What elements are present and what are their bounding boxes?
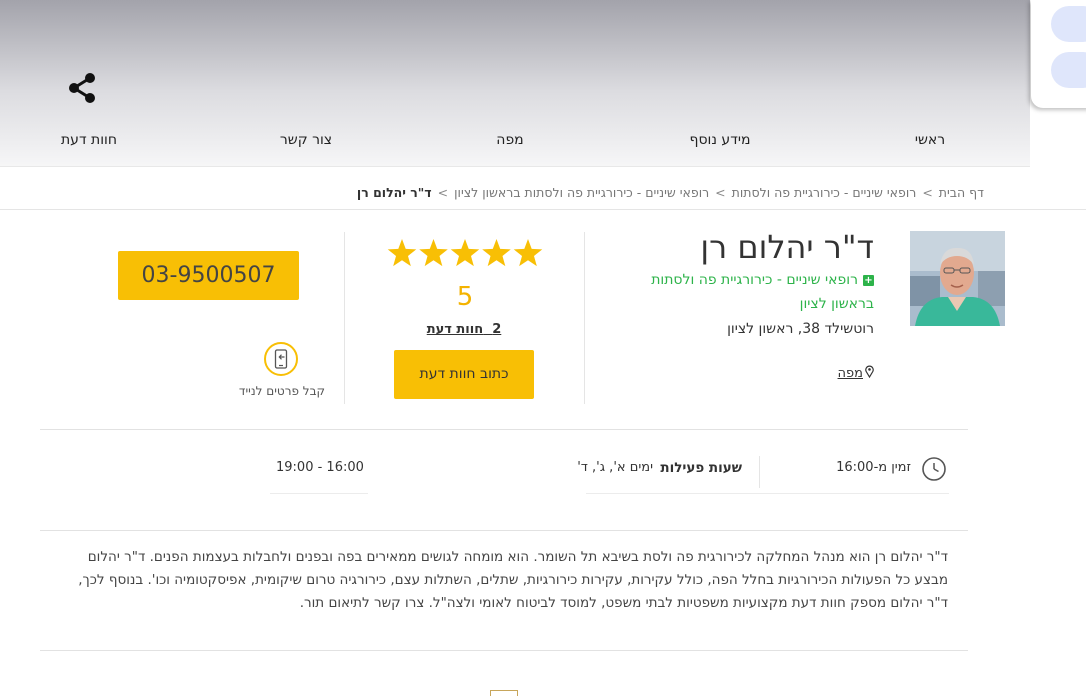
divider	[40, 650, 968, 651]
mobile-phone-icon[interactable]	[263, 341, 299, 377]
nav-item-contact[interactable]: צור קשר	[280, 132, 332, 148]
breadcrumb-separator: >	[437, 185, 449, 200]
doctor-address: רוטשילד 38, ראשון לציון	[727, 321, 874, 337]
nav-item-reviews[interactable]: חוות דעת	[61, 132, 117, 148]
phone-button[interactable]: 03-9500507	[118, 251, 299, 300]
star-icon	[450, 239, 480, 267]
breadcrumb-separator: >	[715, 185, 726, 200]
doctor-category[interactable]: +רופאי שיניים - כירורגיית פה ולסתות בראש…	[612, 268, 874, 316]
breadcrumb: דף הבית > רופאי שיניים - כירורגיית פה ולסת…	[357, 185, 984, 200]
map-pin-icon	[865, 365, 874, 379]
header: ראשי מידע נוסף מפה צור קשר חוות דעת	[0, 0, 1030, 167]
reviews-count-link[interactable]: 2 חוות דעת	[416, 322, 512, 337]
breadcrumb-category[interactable]: רופאי שיניים - כירורגיית פה ולסתות	[732, 185, 917, 200]
divider	[759, 456, 760, 488]
side-panel	[1031, 0, 1086, 108]
rating-stars	[386, 236, 546, 274]
nav-item-map[interactable]: מפה	[496, 132, 523, 148]
plus-icon: +	[863, 274, 874, 286]
map-link-label[interactable]: מפה	[838, 366, 863, 381]
divider	[40, 429, 968, 430]
star-icon	[387, 239, 417, 267]
star-icon	[513, 239, 543, 267]
nav-item-more-info[interactable]: מידע נוסף	[690, 132, 751, 148]
doctor-category-label[interactable]: רופאי שיניים - כירורגיית פה ולסתות בראשו…	[651, 272, 874, 312]
reviews-label[interactable]: חוות דעת	[427, 322, 483, 337]
breadcrumb-separator: >	[922, 185, 933, 200]
write-review-button[interactable]: כתוב חוות דעת	[394, 350, 534, 399]
opening-hours-range: 19:00 - 16:00	[276, 460, 364, 475]
divider	[344, 232, 345, 404]
mobile-details-label[interactable]: קבל פרטים לנייד	[236, 384, 328, 398]
rating-value: 5	[456, 282, 474, 312]
divider	[270, 493, 368, 494]
divider	[586, 493, 949, 494]
star-icon	[482, 239, 511, 267]
divider	[584, 232, 585, 404]
divider	[0, 209, 1086, 210]
doctor-avatar	[910, 231, 1005, 326]
doctor-description: ד"ר יהלום רן הוא מנהל המחלקה לכירורגית פ…	[78, 549, 948, 611]
map-link[interactable]: מפה	[838, 365, 874, 381]
share-icon[interactable]	[66, 72, 98, 104]
section-icon	[490, 690, 518, 696]
reviews-count[interactable]: 2	[492, 322, 501, 337]
side-button[interactable]	[1051, 6, 1086, 42]
divider	[40, 530, 968, 531]
nav-item-home[interactable]: ראשי	[915, 132, 945, 148]
breadcrumb-current: ד"ר יהלום רן	[356, 185, 432, 200]
clock-icon	[922, 457, 946, 481]
available-from: זמין מ-16:00	[836, 460, 911, 475]
breadcrumb-category-city[interactable]: רופאי שיניים - כירורגיית פה ולסתות בראשו…	[454, 185, 709, 200]
doctor-name: ד"ר יהלום רן	[700, 228, 874, 266]
star-icon	[419, 239, 448, 267]
opening-hours-title: שעות פעילות	[660, 460, 742, 476]
breadcrumb-home[interactable]: דף הבית	[939, 185, 984, 200]
opening-days: ימים א', ג', ד'	[577, 460, 653, 475]
side-button[interactable]	[1051, 52, 1086, 88]
